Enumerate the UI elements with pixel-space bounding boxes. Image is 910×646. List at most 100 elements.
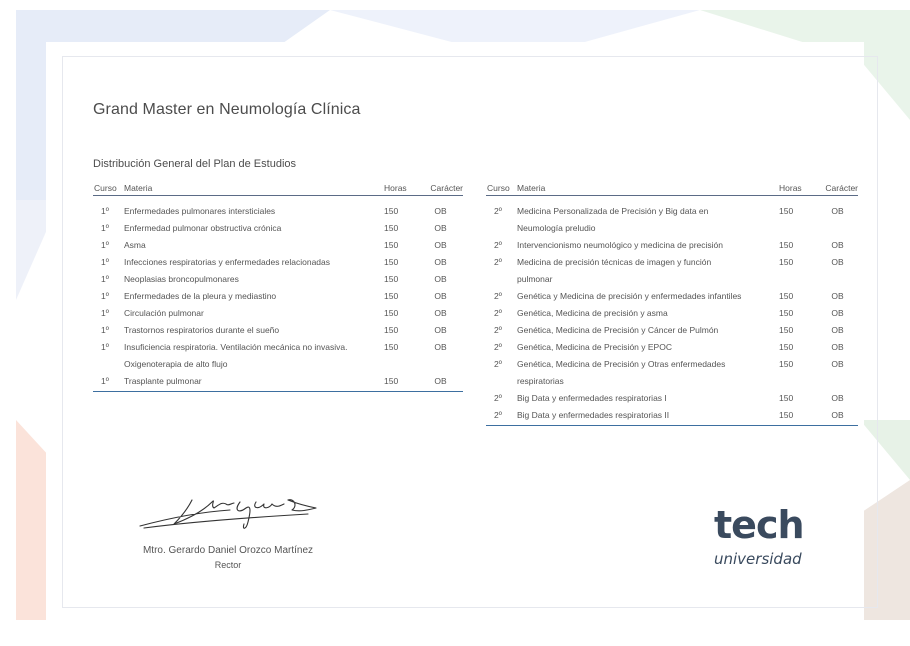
cell-caracter: OB <box>434 308 447 318</box>
cell-caracter: OB <box>831 325 844 335</box>
cell-horas: 150 <box>384 240 399 250</box>
cell-curso: 2º <box>494 359 502 369</box>
cell-materia: Trasplante pulmonar <box>124 373 384 390</box>
cell-caracter: OB <box>831 257 844 267</box>
cell-horas: 150 <box>384 308 399 318</box>
cell-horas: 150 <box>384 291 399 301</box>
table-bottom-rule <box>486 425 858 426</box>
cell-caracter: OB <box>831 342 844 352</box>
cell-caracter: OB <box>434 291 447 301</box>
table-row: 1º Enfermedades de la pleura y mediastino… <box>93 288 463 305</box>
cell-curso: 2º <box>494 342 502 352</box>
cell-materia: Genética, Medicina de Precisión y Otras … <box>517 356 779 390</box>
table-row: 1º Enfermedad pulmonar obstructiva crónic… <box>93 220 463 237</box>
cell-curso: 1º <box>101 308 109 318</box>
cell-caracter: OB <box>434 223 447 233</box>
table-bottom-rule <box>93 391 463 392</box>
table-row: 2º Big Data y enfermedades respiratorias … <box>486 390 858 407</box>
header-horas: Horas <box>779 183 802 193</box>
table-row: 1º Trastornos respiratorios durante el su… <box>93 322 463 339</box>
cell-caracter: OB <box>831 206 844 216</box>
cell-horas: 150 <box>779 325 794 335</box>
cell-horas: 150 <box>779 257 794 267</box>
table-body: 2º Medicina Personalizada de Precisión y … <box>486 203 858 424</box>
cell-curso: 2º <box>494 410 502 420</box>
cell-curso: 2º <box>494 291 502 301</box>
materia-line: Trastornos respiratorios durante el sueñ… <box>124 325 280 335</box>
table-header: Curso Materia Horas Carácter <box>93 181 463 196</box>
cell-materia: Medicina de precisión técnicas de imagen… <box>517 254 779 288</box>
cell-materia: Medicina Personalizada de Precisión y Bi… <box>517 203 779 237</box>
cell-materia: Genética, Medicina de Precisión y Cáncer… <box>517 322 779 339</box>
cell-caracter: OB <box>434 240 447 250</box>
curriculum-table-right: Curso Materia Horas Carácter 2º Medicina … <box>486 181 858 426</box>
materia-line: Enfermedades de la pleura y mediastino <box>124 291 277 301</box>
logo-subtext: universidad <box>714 550 802 568</box>
cell-caracter: OB <box>831 359 844 369</box>
cell-curso: 2º <box>494 325 502 335</box>
cell-materia: Genética y Medicina de precisión y enfer… <box>517 288 779 305</box>
cell-horas: 150 <box>779 342 794 352</box>
materia-line: Genética, Medicina de Precisión y Otras … <box>517 359 726 369</box>
table-row: 1º Asma 150 OB <box>93 237 463 254</box>
table-row: 2º Medicina Personalizada de Precisión y … <box>486 203 858 237</box>
cell-curso: 1º <box>101 257 109 267</box>
materia-line: Genética, Medicina de precisión y asma <box>517 308 668 318</box>
materia-line: Medicina de precisión técnicas de imagen… <box>517 257 712 267</box>
table-row: 1º Infecciones respiratorias y enfermedad… <box>93 254 463 271</box>
signatory-name: Mtro. Gerardo Daniel Orozco Martínez <box>142 545 314 556</box>
materia-line: Enfermedad pulmonar obstructiva crónica <box>124 223 282 233</box>
cell-materia: Trastornos respiratorios durante el sueñ… <box>124 322 384 339</box>
cell-horas: 150 <box>779 206 794 216</box>
page-title: Grand Master en Neumología Clínica <box>93 101 361 118</box>
materia-line: Infecciones respiratorias y enfermedades… <box>124 257 331 267</box>
materia-line: Big Data y enfermedades respiratorias I <box>517 393 667 403</box>
table-row: 1º Neoplasias broncopulmonares 150 OB <box>93 271 463 288</box>
cell-caracter: OB <box>831 240 844 250</box>
header-materia: Materia <box>517 183 546 193</box>
cell-horas: 150 <box>779 359 794 369</box>
materia-line: Neoplasias broncopulmonares <box>124 274 239 284</box>
cell-materia: Enfermedades de la pleura y mediastino <box>124 288 384 305</box>
cell-materia: Big Data y enfermedades respiratorias I <box>517 390 779 407</box>
table-row: 2º Big Data y enfermedades respiratorias … <box>486 407 858 424</box>
materia-line: Trasplante pulmonar <box>124 376 202 386</box>
materia-line: respiratorias <box>517 376 564 386</box>
header-materia: Materia <box>124 183 153 193</box>
cell-horas: 150 <box>384 206 399 216</box>
cell-caracter: OB <box>831 308 844 318</box>
materia-line: Big Data y enfermedades respiratorias II <box>517 410 670 420</box>
cell-materia: Big Data y enfermedades respiratorias II <box>517 407 779 424</box>
materia-line: Enfermedades pulmonares intersticiales <box>124 206 276 216</box>
cell-horas: 150 <box>779 410 794 420</box>
materia-line: Intervencionismo neumológico y medicina … <box>517 240 723 250</box>
header-caracter: Carácter <box>430 183 463 193</box>
table-row: 2º Genética, Medicina de Precisión y Cánc… <box>486 322 858 339</box>
cell-curso: 1º <box>101 376 109 386</box>
curriculum-table-left: Curso Materia Horas Carácter 1º Enfermeda… <box>93 181 463 392</box>
header-horas: Horas <box>384 183 407 193</box>
cell-horas: 150 <box>779 240 794 250</box>
cell-materia: Neoplasias broncopulmonares <box>124 271 384 288</box>
table-header: Curso Materia Horas Carácter <box>486 181 858 196</box>
cell-caracter: OB <box>434 376 447 386</box>
cell-materia: Asma <box>124 237 384 254</box>
table-row: 1º Trasplante pulmonar 150 OB <box>93 373 463 390</box>
cell-materia: Circulación pulmonar <box>124 305 384 322</box>
cell-materia: Intervencionismo neumológico y medicina … <box>517 237 779 254</box>
materia-line: Genética, Medicina de Precisión y EPOC <box>517 342 672 352</box>
table-body: 1º Enfermedades pulmonares intersticiales… <box>93 203 463 390</box>
cell-curso: 1º <box>101 291 109 301</box>
materia-line: Circulación pulmonar <box>124 308 204 318</box>
cell-caracter: OB <box>434 325 447 335</box>
cell-caracter: OB <box>434 342 447 352</box>
cell-curso: 1º <box>101 325 109 335</box>
logo-brand: tech <box>714 503 805 547</box>
table-row: 1º Enfermedades pulmonares intersticiales… <box>93 203 463 220</box>
materia-line: Asma <box>124 240 146 250</box>
cell-horas: 150 <box>384 274 399 284</box>
table-row: 2º Intervencionismo neumológico y medicin… <box>486 237 858 254</box>
cell-horas: 150 <box>384 223 399 233</box>
cell-curso: 1º <box>101 240 109 250</box>
cell-curso: 2º <box>494 308 502 318</box>
